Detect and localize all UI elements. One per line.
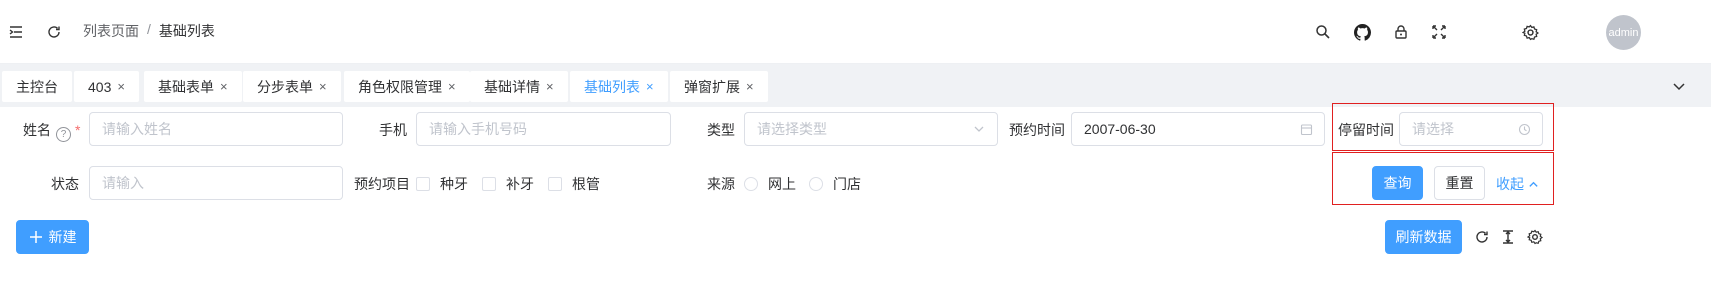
tab-label: 403	[88, 78, 112, 95]
chevron-down-icon	[971, 121, 987, 137]
search-form-panel: 姓名? * 请输入姓名 手机 请输入手机号码 类型 请选择类型 预约时间 2007…	[0, 103, 1711, 286]
radio[interactable]	[809, 177, 823, 191]
booking-time-picker[interactable]: 2007-06-30	[1071, 112, 1325, 146]
close-icon[interactable]: ×	[319, 79, 327, 94]
refresh-icon[interactable]	[42, 20, 66, 44]
tab-basic-form[interactable]: 基础表单 ×	[144, 71, 242, 102]
help-icon[interactable]: ?	[56, 127, 71, 142]
tab-403[interactable]: 403 ×	[74, 71, 139, 102]
tab-label: 弹窗扩展	[684, 78, 740, 95]
tab-basic-list[interactable]: 基础列表 ×	[570, 71, 668, 102]
menu-fold-icon[interactable]	[4, 20, 28, 44]
calendar-icon	[1298, 121, 1314, 137]
settings-icon[interactable]	[1518, 20, 1542, 44]
checkbox[interactable]	[548, 177, 562, 191]
phone-label: 手机	[379, 122, 407, 138]
tab-label: 基础表单	[158, 78, 214, 95]
collapse-label: 收起	[1496, 176, 1524, 192]
stay-time-picker[interactable]: 请选择	[1399, 112, 1543, 146]
tab-basic-detail[interactable]: 基础详情 ×	[470, 71, 568, 102]
column-height-icon[interactable]	[1498, 227, 1518, 247]
close-icon[interactable]: ×	[646, 79, 654, 94]
tab-label: 角色权限管理	[358, 78, 442, 95]
phone-input[interactable]: 请输入手机号码	[416, 112, 671, 146]
checkbox-label: 根管	[572, 176, 600, 192]
name-placeholder: 请输入姓名	[102, 121, 172, 137]
name-label: 姓名? *	[23, 122, 81, 142]
required-mark: *	[75, 122, 81, 138]
checkbox-implant[interactable]: 种牙	[416, 174, 468, 194]
tabs-bar: 主控台 403 × 基础表单 × 分步表单 × 角色权限管理 × 基础详情 × 基础列表 ×…	[0, 65, 1711, 107]
breadcrumb: 列表页面 / 基础列表	[83, 21, 215, 41]
checkbox-label: 种牙	[440, 176, 468, 192]
checkbox-label: 补牙	[506, 176, 534, 192]
top-header: 列表页面 / 基础列表 admin	[0, 0, 1711, 64]
tab-modal-extension[interactable]: 弹窗扩展 ×	[670, 71, 768, 102]
tab-dashboard[interactable]: 主控台	[2, 71, 72, 102]
checkbox[interactable]	[416, 177, 430, 191]
avatar[interactable]: admin	[1606, 15, 1641, 50]
reload-icon[interactable]	[1472, 227, 1492, 247]
query-button[interactable]: 查询	[1372, 166, 1423, 200]
close-icon[interactable]: ×	[448, 79, 456, 94]
breadcrumb-separator: /	[147, 21, 151, 37]
status-placeholder: 请输入	[102, 175, 144, 191]
tab-label: 基础列表	[584, 78, 640, 95]
type-select[interactable]: 请选择类型	[744, 112, 998, 146]
clock-icon	[1516, 121, 1532, 137]
checkbox-filling[interactable]: 补牙	[482, 174, 534, 194]
avatar-label: admin	[1608, 26, 1639, 39]
tab-label: 基础详情	[484, 78, 540, 95]
fullscreen-icon[interactable]	[1427, 20, 1451, 44]
tab-step-form[interactable]: 分步表单 ×	[243, 71, 341, 102]
collapse-button[interactable]: 收起	[1496, 174, 1539, 194]
status-input[interactable]: 请输入	[89, 166, 343, 200]
refresh-data-button[interactable]: 刷新数据	[1385, 220, 1462, 254]
radio[interactable]	[744, 177, 758, 191]
close-icon[interactable]: ×	[746, 79, 754, 94]
chevron-up-icon	[1529, 181, 1538, 187]
radio-label: 门店	[833, 176, 861, 192]
new-button-label: 新建	[48, 229, 77, 245]
radio-online[interactable]: 网上	[744, 174, 796, 194]
booking-items-label: 预约项目	[354, 176, 410, 192]
booking-time-value: 2007-06-30	[1084, 121, 1156, 137]
breadcrumb-item-list-pages[interactable]: 列表页面	[83, 21, 139, 41]
close-icon[interactable]: ×	[117, 79, 125, 94]
github-icon[interactable]	[1350, 20, 1374, 44]
checkbox[interactable]	[482, 177, 496, 191]
phone-placeholder: 请输入手机号码	[429, 121, 527, 137]
stay-time-placeholder: 请选择	[1412, 121, 1454, 137]
type-label: 类型	[707, 122, 735, 138]
status-label: 状态	[51, 176, 79, 192]
search-icon[interactable]	[1311, 20, 1335, 44]
booking-time-label: 预约时间	[1009, 122, 1065, 138]
reset-button[interactable]: 重置	[1434, 166, 1485, 200]
source-label: 来源	[707, 176, 735, 192]
new-button[interactable]: 新建	[16, 220, 89, 254]
name-input[interactable]: 请输入姓名	[89, 112, 343, 146]
tab-role-permissions[interactable]: 角色权限管理 ×	[344, 71, 470, 102]
radio-label: 网上	[768, 176, 796, 192]
lock-icon[interactable]	[1389, 20, 1413, 44]
close-icon[interactable]: ×	[546, 79, 554, 94]
tab-label: 分步表单	[257, 78, 313, 95]
plus-icon	[29, 231, 42, 243]
column-settings-icon[interactable]	[1525, 227, 1545, 247]
type-placeholder: 请选择类型	[757, 121, 827, 137]
close-icon[interactable]: ×	[220, 79, 228, 94]
tab-label: 主控台	[16, 78, 58, 95]
stay-time-label: 停留时间	[1338, 122, 1394, 138]
breadcrumb-item-basic-list: 基础列表	[158, 23, 215, 39]
radio-store[interactable]: 门店	[809, 174, 861, 194]
chevron-down-icon[interactable]	[1668, 75, 1690, 97]
checkbox-root-canal[interactable]: 根管	[548, 174, 600, 194]
